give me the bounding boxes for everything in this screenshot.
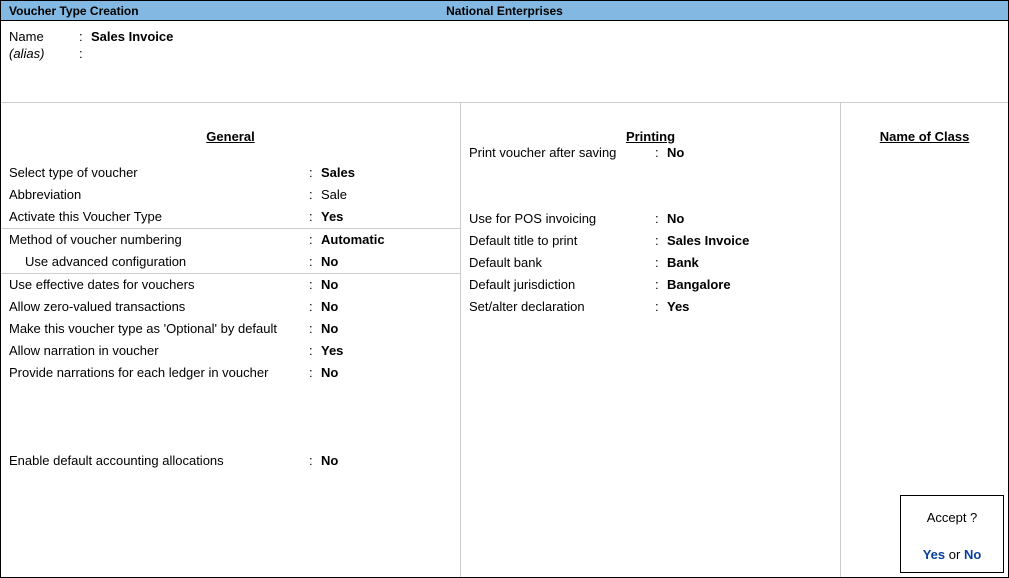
activate-label: Activate this Voucher Type [9, 206, 309, 228]
pos-invoicing-label: Use for POS invoicing [469, 208, 655, 230]
default-alloc-input[interactable]: No [321, 450, 338, 472]
set-alter-declaration-row: Set/alter declaration : Yes [469, 296, 832, 318]
set-alter-declaration-label: Set/alter declaration [469, 296, 655, 318]
printing-column: Printing Print voucher after saving : No… [461, 103, 841, 577]
effective-dates-input[interactable]: No [321, 274, 338, 296]
general-column: General Select type of voucher : Sales A… [1, 103, 461, 577]
set-alter-declaration-input[interactable]: Yes [667, 296, 689, 318]
narration-voucher-label: Allow narration in voucher [9, 340, 309, 362]
pos-invoicing-row: Use for POS invoicing : No [469, 208, 832, 230]
accept-question: Accept ? [901, 510, 1003, 525]
accept-buttons: Yes or No [901, 547, 1003, 562]
alias-label: (alias) [9, 46, 79, 61]
numbering-row: Method of voucher numbering : Automatic [9, 229, 452, 251]
colon: : [79, 29, 91, 44]
narration-voucher-input[interactable]: Yes [321, 340, 343, 362]
zero-valued-label: Allow zero-valued transactions [9, 296, 309, 318]
default-title-label: Default title to print [469, 230, 655, 252]
titlebar: Voucher Type Creation National Enterpris… [1, 1, 1008, 21]
pos-invoicing-input[interactable]: No [667, 208, 684, 230]
default-jurisdiction-input[interactable]: Bangalore [667, 274, 731, 296]
default-alloc-label: Enable default accounting allocations [9, 450, 309, 472]
abbreviation-label: Abbreviation [9, 184, 309, 206]
advanced-config-row: Use advanced configuration : No [9, 251, 452, 273]
select-type-label: Select type of voucher [9, 162, 309, 184]
general-heading: General [9, 129, 452, 144]
titlebar-company-name: National Enterprises [1, 4, 1008, 18]
numbering-label: Method of voucher numbering [9, 229, 309, 251]
colon: : [79, 46, 91, 61]
narration-ledger-row: Provide narrations for each ledger in vo… [9, 362, 452, 384]
narration-ledger-input[interactable]: No [321, 362, 338, 384]
default-alloc-row: Enable default accounting allocations : … [9, 450, 452, 472]
print-after-saving-label: Print voucher after saving [469, 142, 655, 164]
name-input[interactable]: Sales Invoice [91, 29, 173, 44]
print-after-saving-row: Print voucher after saving : No [469, 142, 832, 164]
default-bank-input[interactable]: Bank [667, 252, 699, 274]
accept-dialog: Accept ? Yes or No [900, 495, 1004, 573]
default-jurisdiction-row: Default jurisdiction : Bangalore [469, 274, 832, 296]
numbering-input[interactable]: Automatic [321, 229, 385, 251]
columns: General Select type of voucher : Sales A… [1, 103, 1008, 577]
abbreviation-input[interactable]: Sale [321, 184, 347, 206]
activate-row: Activate this Voucher Type : Yes [9, 206, 452, 228]
header-area: Name : Sales Invoice (alias) : [1, 21, 1008, 103]
voucher-type-creation-window: Voucher Type Creation National Enterpris… [0, 0, 1009, 578]
default-bank-row: Default bank : Bank [469, 252, 832, 274]
default-title-row: Default title to print : Sales Invoice [469, 230, 832, 252]
accept-yes-button[interactable]: Yes [923, 547, 945, 562]
default-bank-label: Default bank [469, 252, 655, 274]
zero-valued-row: Allow zero-valued transactions : No [9, 296, 452, 318]
optional-label: Make this voucher type as 'Optional' by … [9, 318, 309, 340]
zero-valued-input[interactable]: No [321, 296, 338, 318]
select-type-row: Select type of voucher : Sales [9, 162, 452, 184]
advanced-config-input[interactable]: No [321, 251, 338, 273]
narration-voucher-row: Allow narration in voucher : Yes [9, 340, 452, 362]
advanced-config-label: Use advanced configuration [9, 251, 309, 273]
name-label: Name [9, 29, 79, 44]
name-row: Name : Sales Invoice [9, 29, 1000, 44]
print-after-saving-input[interactable]: No [667, 142, 684, 164]
effective-dates-row: Use effective dates for vouchers : No [9, 274, 452, 296]
abbreviation-row: Abbreviation : Sale [9, 184, 452, 206]
optional-input[interactable]: No [321, 318, 338, 340]
optional-row: Make this voucher type as 'Optional' by … [9, 318, 452, 340]
accept-no-button[interactable]: No [964, 547, 981, 562]
select-type-input[interactable]: Sales [321, 162, 355, 184]
default-jurisdiction-label: Default jurisdiction [469, 274, 655, 296]
default-title-input[interactable]: Sales Invoice [667, 230, 749, 252]
effective-dates-label: Use effective dates for vouchers [9, 274, 309, 296]
activate-input[interactable]: Yes [321, 206, 343, 228]
alias-row: (alias) : [9, 46, 1000, 61]
name-of-class-heading: Name of Class [849, 129, 1000, 144]
narration-ledger-label: Provide narrations for each ledger in vo… [9, 362, 309, 384]
